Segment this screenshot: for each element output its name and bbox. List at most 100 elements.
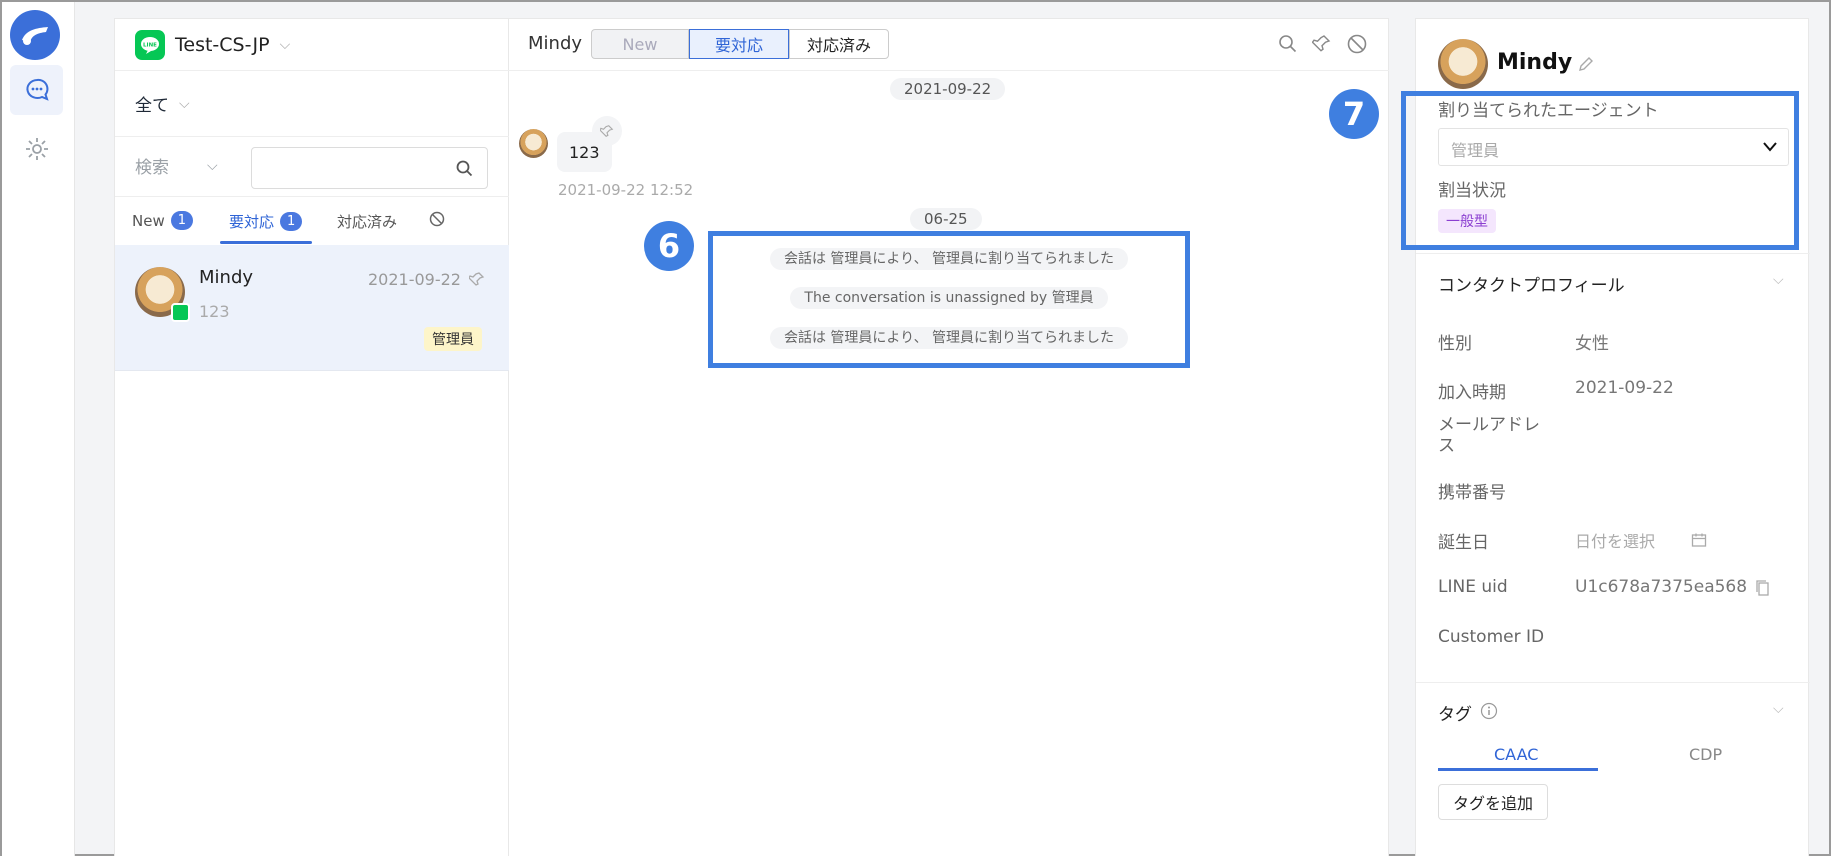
chat-nav-button[interactable] [10,65,63,115]
chat-bubble-icon [25,78,49,101]
status-filter-dropdown[interactable]: 全て ⌵ [115,71,510,137]
block-icon[interactable] [1346,33,1368,55]
block-icon [429,211,445,227]
birthday-date-picker[interactable]: 日付を選択 [1575,528,1707,552]
copy-icon[interactable] [1755,579,1771,597]
callout-badge-7: 7 [1329,89,1379,139]
edit-pencil-icon[interactable] [1577,55,1595,73]
svg-text:LINE: LINE [143,42,157,48]
tab-label: 対応済み [337,213,398,231]
info-icon[interactable] [1480,702,1498,720]
pin-icon[interactable] [1312,34,1332,54]
line-icon: LINE [135,29,165,60]
line-icon [171,303,190,322]
gender-label: 性別 [1438,334,1472,354]
assign-status-tag: 一般型 [1438,209,1496,233]
pin-icon[interactable] [469,271,485,287]
chevron-down-icon[interactable]: ⌵ [1773,701,1784,717]
filter-label: 全て [135,96,169,116]
channel-selector[interactable]: LINE Test-CS-JP ⌵ [115,19,510,71]
calendar-icon [1691,533,1707,547]
search-type-select[interactable]: 検索 ⌵ [135,153,218,179]
tag-tab-caac[interactable]: CAAC [1494,745,1538,764]
chat-contact-name: Mindy [528,33,583,54]
status-resolved-button[interactable]: 対応済み [789,29,889,59]
tab-blocked[interactable] [429,211,445,227]
system-message-text: 会話は 管理員により、 管理員に割り当てられました [769,248,1129,270]
profile-name: Mindy [1497,50,1573,75]
system-message-text: 会話は 管理員により、 管理員に割り当てられました [769,327,1129,349]
system-message: The conversation is unassigned by 管理員 [708,287,1190,309]
tag-tab-cdp[interactable]: CDP [1689,745,1722,764]
chat-header: Mindy New 要対応 対応済み [509,19,1389,71]
search-type-label: 検索 [135,158,169,178]
settings-nav-button[interactable] [10,124,63,174]
chevron-down-icon: ⌵ [279,36,291,53]
pin-message-button[interactable] [592,116,622,146]
line-uid-value: U1c678a7375ea568 [1575,577,1748,597]
system-message-text: The conversation is unassigned by 管理員 [790,287,1108,309]
chevron-down-icon [1763,142,1777,152]
tab-needs-response[interactable]: 要対応 1 [229,211,303,232]
assignee-badge: 管理員 [424,327,482,351]
last-message-preview: 123 [199,302,230,321]
tab-resolved[interactable]: 対応済み [337,211,397,232]
birthday-label: 誕生日 [1438,533,1489,553]
count-badge: 1 [170,211,193,230]
phone-label: 携帯番号 [1438,483,1506,503]
conversation-date: 2021-09-22 [368,270,461,289]
assign-status-label: 割当状況 [1438,181,1506,201]
system-message: 会話は 管理員により、 管理員に割り当てられました [708,327,1190,349]
search-input[interactable] [251,147,488,189]
search-row: 検索 ⌵ [115,137,510,197]
message-timestamp: 2021-09-22 12:52 [558,181,694,199]
date-label: 2021-09-22 [890,78,1006,100]
status-new-button[interactable]: New [591,29,689,59]
search-icon[interactable] [1278,34,1298,54]
tab-label: New [132,211,165,230]
add-tag-button[interactable]: タグを追加 [1438,784,1549,820]
line-uid-label: LINE uid [1438,577,1508,597]
message-text: 123 [569,142,600,162]
app-logo[interactable] [10,10,60,60]
tab-new[interactable]: New 1 [132,211,193,230]
chat-panel: Mindy New 要対応 対応済み 2021-09-22 123 2021-0… [509,18,1389,856]
pin-icon [600,125,614,137]
avatar [519,129,548,158]
list-tabs: New 1 要対応 1 対応済み [115,197,510,245]
contact-name: Mindy [199,267,254,288]
email-label: メールアドレス [1438,415,1540,456]
divider [1416,682,1810,683]
tags-title: タグ [1438,705,1472,725]
assigned-agent-label: 割り当てられたエージェント [1438,101,1659,121]
avatar [1438,39,1488,89]
assigned-agent-select[interactable]: 管理員 [1438,128,1789,166]
callout-badge-6: 6 [644,221,694,271]
date-separator: 2021-09-22 [890,78,1006,100]
gear-icon [25,138,48,160]
channel-name: Test-CS-JP [175,33,270,56]
chevron-down-icon: ⌵ [207,157,218,174]
status-needs-response-button[interactable]: 要対応 [689,29,789,59]
active-tag-tab-indicator [1438,768,1598,771]
date-separator: 06-25 [910,208,982,230]
gender-value: 女性 [1575,334,1609,354]
contact-profile-title: コンタクトプロフィール [1438,276,1625,296]
system-message: 会話は 管理員により、 管理員に割り当てられました [708,248,1190,270]
assigned-agent-value: 管理員 [1451,141,1500,160]
tab-label: 要対応 [229,213,275,231]
chevron-down-icon: ⌵ [179,95,190,112]
chevron-down-icon[interactable]: ⌵ [1773,272,1784,288]
count-badge: 1 [280,212,303,231]
date-label: 06-25 [910,208,982,230]
profile-panel: Mindy 7 割り当てられたエージェント 管理員 割当状況 一般型 コンタクト… [1329,18,1810,856]
left-nav-rail [2,2,75,856]
conversation-list-panel: LINE Test-CS-JP ⌵ 全て ⌵ 検索 ⌵ New 1 要対応 1 … [114,18,510,856]
customer-id-label: Customer ID [1438,627,1545,647]
divider [1416,253,1810,254]
conversation-item[interactable]: Mindy 2021-09-22 123 管理員 [115,245,510,371]
active-tab-indicator [220,241,312,244]
search-icon[interactable] [456,160,473,177]
birthday-placeholder: 日付を選択 [1575,532,1656,551]
joined-label: 加入時期 [1438,383,1506,403]
